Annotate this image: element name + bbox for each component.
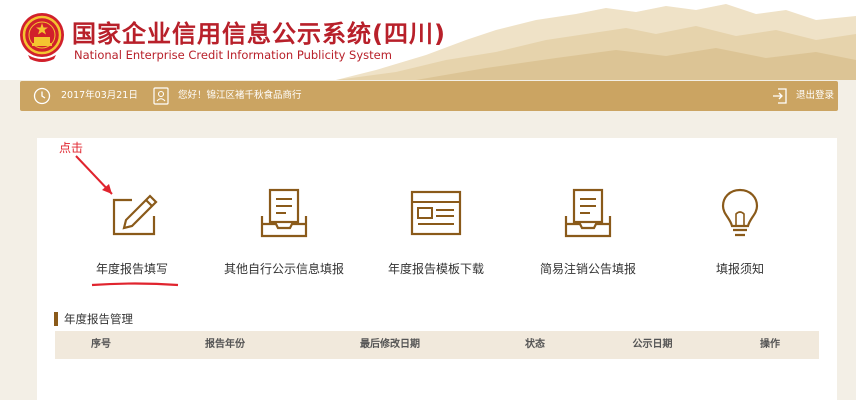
tile-template-download[interactable]: 年度报告模板下载: [371, 186, 501, 277]
template-icon: [410, 190, 462, 236]
national-emblem-icon: [20, 13, 64, 62]
tile-label: 简易注销公告填报: [539, 262, 636, 276]
user-greeting: 您好！锦江区褚千秋食品商行: [178, 90, 302, 101]
site-title: 国家企业信用信息公示系统(四川): [72, 20, 446, 48]
clock-icon: [33, 87, 51, 105]
logout-icon[interactable]: [771, 87, 789, 105]
annotation-arrow-icon: [75, 155, 113, 195]
column-header[interactable]: 序号: [75, 331, 127, 359]
tile-simple-deregistration[interactable]: 简易注销公告填报: [523, 186, 653, 277]
current-date: 2017年03月21日: [61, 90, 138, 101]
tile-label: 其他自行公示信息填报: [223, 262, 344, 276]
column-header[interactable]: 操作: [745, 331, 795, 359]
annotation-underline: [91, 282, 179, 287]
tile-label: 填报须知: [715, 262, 764, 276]
document-tray-icon: [260, 188, 308, 238]
column-header[interactable]: 公示日期: [615, 331, 690, 359]
user-card-icon: [153, 87, 169, 105]
site-subtitle: National Enterprise Credit Information P…: [74, 48, 392, 62]
document-tray-icon: [564, 188, 612, 238]
tile-filing-notes[interactable]: 填报须知: [675, 186, 805, 277]
site-header: 国家企业信用信息公示系统(四川) National Enterprise Cre…: [0, 0, 856, 80]
column-header[interactable]: 状态: [510, 331, 560, 359]
main-card: 年度报告填写 其他自行公示信息填报 年度报告模板下载 简易注销公告填报 填报须知: [37, 138, 837, 400]
section-title: 年度报告管理: [54, 312, 133, 326]
tile-other-disclosure[interactable]: 其他自行公示信息填报: [219, 186, 349, 277]
tile-label: 年度报告模板下载: [387, 262, 484, 276]
lightbulb-icon: [721, 188, 759, 237]
status-bar: 2017年03月21日 您好！锦江区褚千秋食品商行 退出登录: [20, 81, 838, 111]
logout-link[interactable]: 退出登录: [796, 81, 834, 111]
tile-label: 年度报告填写: [95, 262, 168, 276]
column-header[interactable]: 最后修改日期: [345, 331, 435, 359]
table-header: 序号 报告年份 最后修改日期 状态 公示日期 操作: [55, 331, 819, 359]
column-header[interactable]: 报告年份: [185, 331, 265, 359]
